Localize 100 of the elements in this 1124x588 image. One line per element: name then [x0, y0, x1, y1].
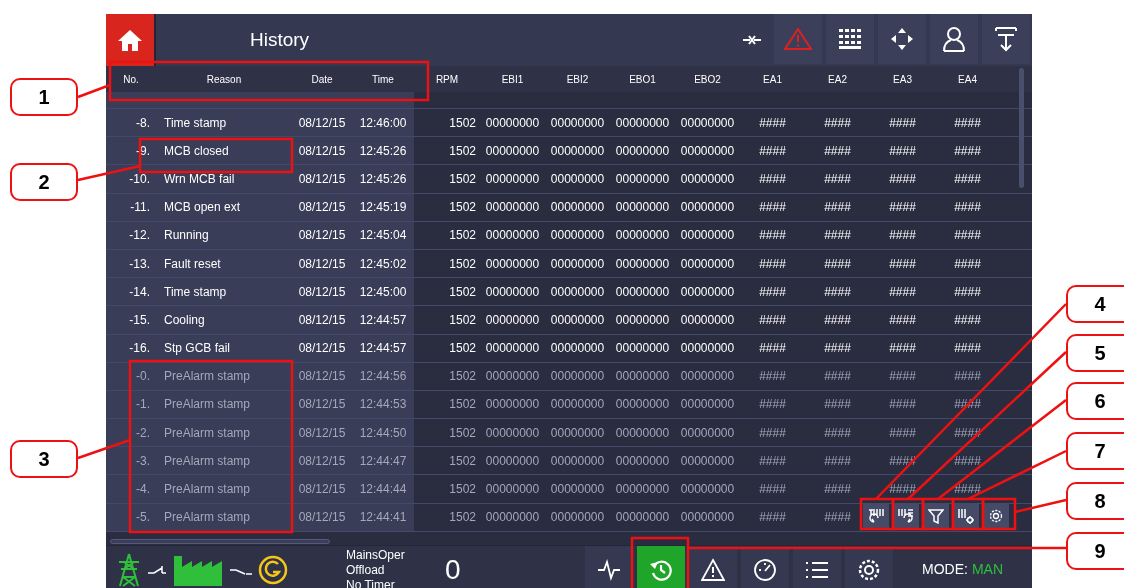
table-cell-text: ####	[954, 170, 981, 188]
table-cell-text: ####	[759, 227, 786, 245]
gauge-button[interactable]	[741, 545, 789, 588]
download-icon	[995, 26, 1017, 52]
table-cell-text: ####	[759, 509, 786, 527]
table-cell-text: PreAlarm stamp	[164, 396, 251, 414]
alarm-button[interactable]	[689, 545, 737, 588]
callout-label: 1	[10, 78, 78, 116]
table-cell-text: 08/12/15	[298, 199, 346, 217]
table-cell-text: 00000000	[680, 396, 735, 414]
download-button[interactable]	[982, 14, 1030, 64]
mode-label: MODE:	[922, 560, 968, 579]
table-cell-text: 12:45:26	[359, 142, 407, 160]
column-header: EA1	[763, 73, 782, 85]
table-cell-text: 12:44:56	[359, 368, 407, 386]
table-cell-text: ####	[824, 509, 851, 527]
table-cell-text: 00000000	[680, 170, 735, 188]
table-cell-text: 00000000	[680, 283, 735, 301]
table-cell-text: 00000000	[680, 481, 735, 499]
navigate-button[interactable]	[878, 14, 926, 64]
filter-button[interactable]	[923, 503, 949, 529]
table-cell-text: ####	[954, 114, 981, 132]
column-header: EBO1	[629, 73, 656, 85]
table-cell-text: ####	[889, 340, 916, 358]
scroll-forward-button[interactable]	[893, 503, 919, 529]
column-settings-button[interactable]	[953, 503, 979, 529]
table-cell-text: 08/12/15	[298, 114, 346, 132]
callout-label: 2	[10, 163, 78, 201]
keypad-button[interactable]	[826, 14, 874, 64]
table-cell-text: 08/12/15	[298, 452, 346, 470]
table-cell-text: ####	[954, 311, 981, 329]
user-button[interactable]	[930, 14, 978, 64]
table-cell-text: 00000000	[550, 396, 605, 414]
table-cell-text: 08/12/15	[298, 311, 346, 329]
table-cell-text: 12:44:57	[359, 311, 407, 329]
scroll-back-button[interactable]	[863, 503, 889, 529]
table-cell-text: ####	[759, 396, 786, 414]
table-cell-text: ####	[759, 142, 786, 160]
table-cell-text: 08/12/15	[298, 255, 346, 273]
settings-button[interactable]	[845, 545, 893, 588]
table-cell-text: 00000000	[615, 114, 670, 132]
table-cell-text: 00000000	[485, 114, 540, 132]
home-button[interactable]	[106, 14, 154, 66]
status-text: MainsOper	[346, 548, 406, 563]
table-cell-text: 1502	[449, 424, 476, 442]
list-button[interactable]	[793, 545, 841, 588]
column-header: Time	[372, 73, 394, 85]
table-cell-text: 08/12/15	[298, 227, 346, 245]
table-cell-text: 12:46:00	[359, 114, 407, 132]
table-cell-text: 1502	[449, 396, 476, 414]
table-cell-text: 00000000	[485, 255, 540, 273]
table-cell-text: 00000000	[550, 509, 605, 527]
table-cell-text: 08/12/15	[298, 481, 346, 499]
table-cell-text: 1502	[449, 368, 476, 386]
table-cell-text: ####	[824, 340, 851, 358]
table-cell-text: 1502	[449, 142, 476, 160]
table-cell-text: 00000000	[615, 368, 670, 386]
breaker-closed-icon	[148, 564, 166, 575]
callout-label: 9	[1066, 532, 1124, 570]
table-cell-text: 08/12/15	[298, 368, 346, 386]
table-cell-text: ####	[759, 114, 786, 132]
table-cell-text: 00000000	[550, 170, 605, 188]
table-cell-text: 00000000	[680, 142, 735, 160]
table-cell-text: 1502	[449, 283, 476, 301]
table-cell-text: 00000000	[680, 311, 735, 329]
table-cell-text: ####	[889, 142, 916, 160]
columns-gear-icon	[958, 508, 974, 524]
settings-button[interactable]	[983, 503, 1009, 529]
waveform-button[interactable]	[585, 545, 633, 588]
generator-icon	[258, 554, 288, 585]
table-cell-text: 08/12/15	[298, 396, 346, 414]
table-cell-text: -15.	[129, 311, 150, 329]
horizontal-scrollbar[interactable]	[110, 539, 330, 544]
callout-label: 8	[1066, 482, 1124, 520]
table-cell-text: 00000000	[680, 368, 735, 386]
table-cell-text: ####	[759, 481, 786, 499]
table-cell-text: 1502	[449, 340, 476, 358]
vertical-scrollbar[interactable]	[1019, 68, 1024, 188]
table-cell-text: ####	[824, 368, 851, 386]
table-cell-text: ####	[824, 396, 851, 414]
table-cell-text: PreAlarm stamp	[164, 481, 251, 499]
table-cell-text: -2.	[136, 424, 150, 442]
table-cell-text: ####	[759, 452, 786, 470]
table-cell-text: 1502	[449, 509, 476, 527]
table-cell-text: 00000000	[550, 283, 605, 301]
table-cell-text: ####	[889, 199, 916, 217]
table-cell-text: ####	[954, 452, 981, 470]
table-cell-text: PreAlarm stamp	[164, 509, 251, 527]
table-cell-text: ####	[954, 340, 981, 358]
history-button[interactable]	[637, 545, 685, 588]
table-cell-text: 00000000	[550, 311, 605, 329]
disconnected-icon	[742, 34, 762, 46]
table-cell-text: 00000000	[485, 509, 540, 527]
gear-icon	[857, 557, 881, 582]
table-cell-text: 00000000	[550, 452, 605, 470]
user-icon	[942, 26, 966, 52]
table-cell-text: 00000000	[485, 311, 540, 329]
table-cell-text: MCB open ext	[164, 199, 241, 217]
mode-value: MAN	[971, 560, 1003, 579]
table-cell-text: 00000000	[485, 481, 540, 499]
